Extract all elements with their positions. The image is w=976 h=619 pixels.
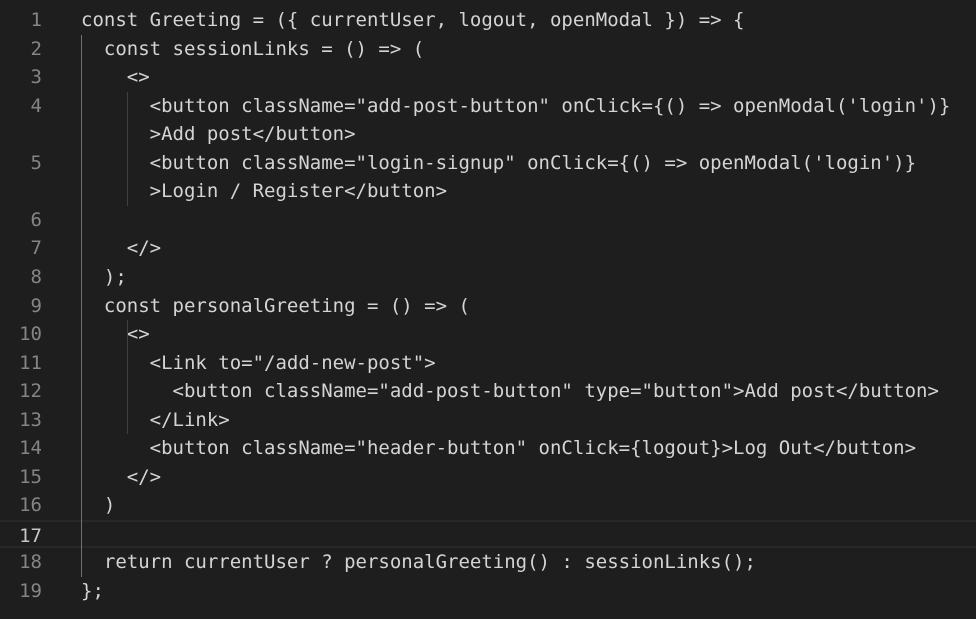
code-text[interactable]: const personalGreeting = () => ( bbox=[81, 292, 470, 321]
line-number: 12 bbox=[19, 380, 42, 403]
code-line[interactable]: 12 <button className="add-post-button" t… bbox=[0, 377, 976, 406]
code-line[interactable]: 7 </> bbox=[0, 234, 976, 263]
code-line[interactable]: 1 const Greeting = ({ currentUser, logout… bbox=[0, 6, 976, 35]
line-number: 15 bbox=[19, 465, 42, 488]
code-line[interactable]: 17 bbox=[0, 519, 976, 549]
code-line[interactable]: 14 <button className="header-button" onC… bbox=[0, 434, 976, 463]
code-text[interactable]: <button className="add-post-button" onCl… bbox=[81, 92, 951, 121]
code-line[interactable]: >Add post</button> bbox=[0, 120, 976, 149]
code-text[interactable]: </> bbox=[81, 463, 161, 492]
line-number: 18 bbox=[19, 551, 42, 574]
code-text[interactable]: </> bbox=[81, 234, 161, 263]
code-line[interactable]: 9 const personalGreeting = () => ( bbox=[0, 292, 976, 321]
code-text[interactable]: ); bbox=[81, 263, 127, 292]
line-number: 4 bbox=[30, 94, 42, 117]
line-number: 14 bbox=[19, 437, 42, 460]
code-line[interactable]: 2 const sessionLinks = () => ( bbox=[0, 35, 976, 64]
code-line[interactable]: 10 <> bbox=[0, 320, 976, 349]
code-line[interactable]: 5 <button className="login-signup" onCli… bbox=[0, 149, 976, 178]
code-line[interactable]: 19}; bbox=[0, 577, 976, 606]
line-number: 9 bbox=[30, 294, 42, 317]
code-text[interactable]: >Add post</button> bbox=[81, 120, 356, 149]
code-text[interactable]: <button className="header-button" onClic… bbox=[81, 434, 916, 463]
code-text[interactable]: <> bbox=[81, 63, 150, 92]
code-text[interactable]: return currentUser ? personalGreeting() … bbox=[81, 548, 756, 577]
line-number: 10 bbox=[19, 323, 42, 346]
line-number: 2 bbox=[30, 37, 42, 60]
indent-guide bbox=[127, 91, 128, 206]
code-text[interactable]: <button className="add-post-button" type… bbox=[81, 377, 939, 406]
code-line[interactable]: 3 <> bbox=[0, 63, 976, 92]
line-number: 6 bbox=[30, 208, 42, 231]
line-number: 19 bbox=[19, 580, 42, 602]
code-text[interactable]: </Link> bbox=[81, 406, 230, 435]
line-number: 7 bbox=[30, 237, 42, 260]
code-line[interactable]: 15 </> bbox=[0, 463, 976, 492]
line-number: 5 bbox=[30, 151, 42, 174]
code-text[interactable]: <button className="login-signup" onClick… bbox=[81, 149, 916, 178]
code-line[interactable]: >Login / Register</button> bbox=[0, 177, 976, 206]
code-text[interactable]: const sessionLinks = () => ( bbox=[81, 35, 424, 64]
line-number: 13 bbox=[19, 408, 42, 431]
code-text[interactable]: <Link to="/add-new-post"> bbox=[81, 349, 436, 378]
code-line[interactable]: 4 <button className="add-post-button" on… bbox=[0, 92, 976, 121]
code-line[interactable]: 11 <Link to="/add-new-post"> bbox=[0, 349, 976, 378]
line-number: 16 bbox=[19, 494, 42, 517]
line-number: 17 bbox=[19, 524, 42, 547]
code-line[interactable]: 18 return currentUser ? personalGreeting… bbox=[0, 548, 976, 577]
indent-guide bbox=[127, 320, 128, 435]
line-number: 11 bbox=[19, 351, 42, 374]
code-text[interactable]: }; bbox=[81, 577, 104, 606]
code-text[interactable]: <> bbox=[81, 320, 150, 349]
code-line[interactable]: 8 ); bbox=[0, 263, 976, 292]
indent-guide bbox=[81, 34, 82, 577]
line-number: 8 bbox=[30, 265, 42, 288]
code-text[interactable]: >Login / Register</button> bbox=[81, 177, 447, 206]
code-line[interactable]: 13 </Link> bbox=[0, 406, 976, 435]
code-line[interactable]: 6 bbox=[0, 206, 976, 235]
code-text[interactable]: ) bbox=[81, 491, 115, 520]
code-line[interactable]: 16 ) bbox=[0, 491, 976, 520]
line-number: 1 bbox=[30, 9, 42, 31]
line-number: 3 bbox=[30, 66, 42, 89]
code-text[interactable]: const Greeting = ({ currentUser, logout,… bbox=[81, 6, 744, 35]
